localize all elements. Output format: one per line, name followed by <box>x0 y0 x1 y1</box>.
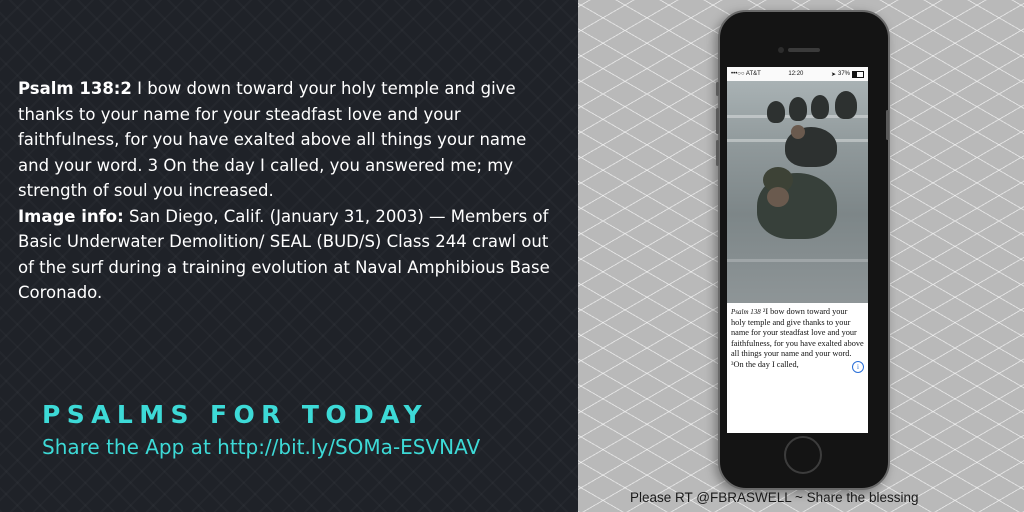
verse-block: Psalm 138:2 I bow down toward your holy … <box>18 76 558 306</box>
brand-title: PSALMS FOR TODAY <box>42 400 428 429</box>
phone-mockup: •••○○ AT&T 12:20 ➤ 37% Psalm 138 ²I bow … <box>716 10 890 490</box>
surf-wave <box>727 259 868 262</box>
camera-icon <box>778 47 784 53</box>
footer-credit: Please RT @FBRASWELL ~ Share the blessin… <box>630 490 919 505</box>
trainee-figure <box>811 95 829 119</box>
trainee-head <box>791 125 805 139</box>
carrier-signal: •••○○ AT&T <box>731 71 761 77</box>
home-button[interactable] <box>784 436 822 474</box>
caption-ref: Psalm 138 <box>731 308 761 316</box>
trainee-face <box>767 187 789 207</box>
image-info-label: Image info: <box>18 206 124 226</box>
verse-caption: Psalm 138 ²I bow down toward your holy t… <box>727 303 868 373</box>
status-time: 12:20 <box>788 71 804 77</box>
caption-text: ²I bow down toward your holy temple and … <box>731 307 864 369</box>
power-button <box>886 110 889 140</box>
volume-down-button <box>716 140 719 166</box>
speaker-grille <box>788 48 820 52</box>
battery-icon <box>852 70 864 78</box>
info-icon[interactable]: i <box>852 360 864 373</box>
verse-reference: Psalm 138:2 <box>18 79 132 98</box>
trainee-figure <box>789 97 807 121</box>
status-right: ➤ 37% <box>830 70 864 78</box>
seal-training-photo <box>727 81 868 303</box>
trainee-figure <box>835 91 857 119</box>
left-panel: Psalm 138:2 I bow down toward your holy … <box>0 0 578 512</box>
phone-screen: •••○○ AT&T 12:20 ➤ 37% Psalm 138 ²I bow … <box>727 67 868 433</box>
share-link[interactable]: Share the App at http://bit.ly/SOMa-ESVN… <box>42 435 480 459</box>
status-bar: •••○○ AT&T 12:20 ➤ 37% <box>727 67 868 81</box>
trainee-figure <box>767 101 785 123</box>
location-icon: ➤ <box>830 71 836 78</box>
mute-switch <box>716 82 719 96</box>
volume-up-button <box>716 108 719 134</box>
battery-percent: 37% <box>837 71 850 77</box>
